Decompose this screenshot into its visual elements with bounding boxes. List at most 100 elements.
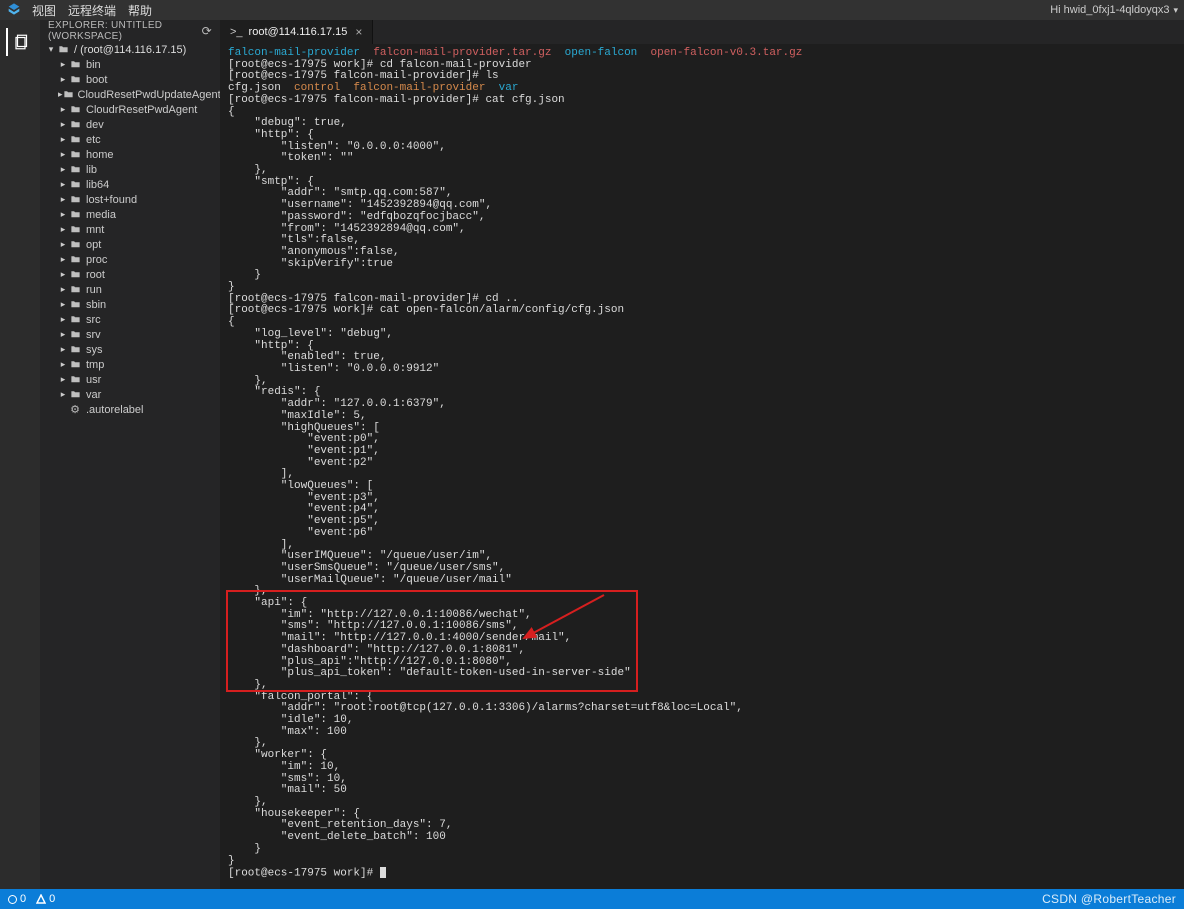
folder-icon <box>68 359 82 370</box>
editor-area: >_ root@114.116.17.15 × falcon-mail-prov… <box>220 20 1184 889</box>
app-logo-icon <box>6 2 22 18</box>
chevron-right-icon: ▸ <box>58 359 68 370</box>
tree-folder-etc[interactable]: ▸ etc <box>40 132 220 147</box>
tree-folder-run[interactable]: ▸ run <box>40 282 220 297</box>
chevron-right-icon: ▸ <box>58 269 68 280</box>
folder-icon <box>68 269 82 280</box>
status-warnings[interactable]: 0 <box>36 893 55 905</box>
tree-item-label: lib64 <box>86 179 109 191</box>
folder-icon <box>68 224 82 235</box>
folder-icon <box>68 389 82 400</box>
tree-item-label: boot <box>86 74 107 86</box>
tree-item-label: lib <box>86 164 97 176</box>
folder-icon <box>68 254 82 265</box>
tree-folder-srv[interactable]: ▸srv <box>40 327 220 342</box>
tree-item-label: .autorelabel <box>86 404 144 416</box>
folder-icon <box>63 89 74 100</box>
tree-folder-bin[interactable]: ▸ bin <box>40 57 220 72</box>
chevron-right-icon: ▸ <box>58 194 68 205</box>
file-tree[interactable]: ▾ / (root@114.116.17.15) ▸bin▸boot▸Cloud… <box>40 42 220 889</box>
chevron-right-icon: ▸ <box>58 59 68 70</box>
tree-item-label: bin <box>86 59 101 71</box>
menu-help[interactable]: 帮助 <box>128 2 152 19</box>
tree-item-label: sbin <box>86 299 106 311</box>
tree-folder-var[interactable]: ▸var <box>40 387 220 402</box>
tree-folder-lib64[interactable]: ▸lib64 <box>40 177 220 192</box>
tree-folder-proc[interactable]: ▸proc <box>40 252 220 267</box>
explorer-sidebar: EXPLORER: UNTITLED (WORKSPACE) ⟳ ▾ / (ro… <box>40 20 220 889</box>
chevron-right-icon: ▸ <box>58 149 68 160</box>
tree-item-label: src <box>86 314 101 326</box>
tree-item-label: opt <box>86 239 101 251</box>
refresh-icon[interactable]: ⟳ <box>202 24 212 38</box>
chevron-right-icon: ▸ <box>58 284 68 295</box>
gear-icon: ⚙ <box>68 403 82 416</box>
chevron-right-icon: ▸ <box>58 134 68 145</box>
error-icon <box>8 895 17 904</box>
folder-icon <box>68 179 82 190</box>
tree-folder-sys[interactable]: ▸sys <box>40 342 220 357</box>
tree-folder-lost+found[interactable]: ▸ lost+found <box>40 192 220 207</box>
menu-view[interactable]: 视图 <box>32 2 56 19</box>
tree-folder-home[interactable]: ▸ home <box>40 147 220 162</box>
chevron-right-icon: ▸ <box>58 119 68 130</box>
folder-icon <box>68 164 82 175</box>
terminal-cursor <box>380 867 386 878</box>
main-area: EXPLORER: UNTITLED (WORKSPACE) ⟳ ▾ / (ro… <box>0 20 1184 889</box>
tree-folder-opt[interactable]: ▸ opt <box>40 237 220 252</box>
tree-item-label: CloudrResetPwdAgent <box>86 104 197 116</box>
user-label: Hi hwid_0fxj1-4qldoyqx3 <box>1050 4 1169 16</box>
chevron-right-icon: ▸ <box>58 224 68 235</box>
chevron-right-icon: ▸ <box>58 104 68 115</box>
tree-folder-CloudrResetPwdAgent[interactable]: ▸ CloudrResetPwdAgent <box>40 102 220 117</box>
folder-icon <box>68 239 82 250</box>
tree-folder-mnt[interactable]: ▸ mnt <box>40 222 220 237</box>
tree-item-label: etc <box>86 134 101 146</box>
tree-folder-src[interactable]: ▸ src <box>40 312 220 327</box>
chevron-right-icon: ▸ <box>58 389 68 400</box>
tree-folder-media[interactable]: ▸media <box>40 207 220 222</box>
tree-root[interactable]: ▾ / (root@114.116.17.15) <box>40 42 220 57</box>
chevron-right-icon: ▸ <box>58 314 68 325</box>
explorer-title: EXPLORER: UNTITLED (WORKSPACE) <box>48 20 202 42</box>
folder-icon <box>68 299 82 310</box>
folder-icon <box>68 119 82 130</box>
warning-icon <box>36 894 46 904</box>
tree-folder-dev[interactable]: ▸dev <box>40 117 220 132</box>
tree-item-label: CloudResetPwdUpdateAgent <box>78 89 220 101</box>
tab-label: root@114.116.17.15 <box>249 26 348 38</box>
user-menu[interactable]: Hi hwid_0fxj1-4qldoyqx3 ▾ <box>1050 4 1178 16</box>
tree-folder-boot[interactable]: ▸boot <box>40 72 220 87</box>
tree-item-label: home <box>86 149 114 161</box>
tree-folder-usr[interactable]: ▸usr <box>40 372 220 387</box>
folder-icon <box>68 149 82 160</box>
close-icon[interactable]: × <box>355 25 362 39</box>
chevron-right-icon: ▸ <box>58 239 68 250</box>
activity-bar <box>0 20 40 889</box>
editor-tabs: >_ root@114.116.17.15 × <box>220 20 1184 44</box>
tree-folder-CloudResetPwdUpdateAgent[interactable]: ▸CloudResetPwdUpdateAgent <box>40 87 220 102</box>
tree-file-autorelabel[interactable]: ⚙ .autorelabel <box>40 402 220 417</box>
tree-folder-root[interactable]: ▸root <box>40 267 220 282</box>
status-bar: 0 0 CSDN @RobertTeacher <box>0 889 1184 909</box>
explorer-activity-icon[interactable] <box>6 28 34 56</box>
tree-item-label: mnt <box>86 224 104 236</box>
tree-item-label: media <box>86 209 116 221</box>
chevron-down-icon: ▾ <box>1173 5 1178 16</box>
tree-folder-tmp[interactable]: ▸tmp <box>40 357 220 372</box>
tab-terminal[interactable]: >_ root@114.116.17.15 × <box>220 20 373 44</box>
tree-item-label: usr <box>86 374 101 386</box>
folder-icon <box>56 44 70 55</box>
status-errors[interactable]: 0 <box>8 893 26 905</box>
tree-folder-lib[interactable]: ▸ lib <box>40 162 220 177</box>
terminal-output[interactable]: falcon-mail-provider falcon-mail-provide… <box>220 44 1184 889</box>
folder-icon <box>68 74 82 85</box>
chevron-right-icon: ▸ <box>58 164 68 175</box>
folder-icon <box>68 194 82 205</box>
folder-icon <box>68 104 82 115</box>
tree-folder-sbin[interactable]: ▸sbin <box>40 297 220 312</box>
tree-item-label: run <box>86 284 102 296</box>
menu-remote-terminal[interactable]: 远程终端 <box>68 2 116 19</box>
tree-item-label: lost+found <box>86 194 137 206</box>
chevron-right-icon: ▸ <box>58 254 68 265</box>
